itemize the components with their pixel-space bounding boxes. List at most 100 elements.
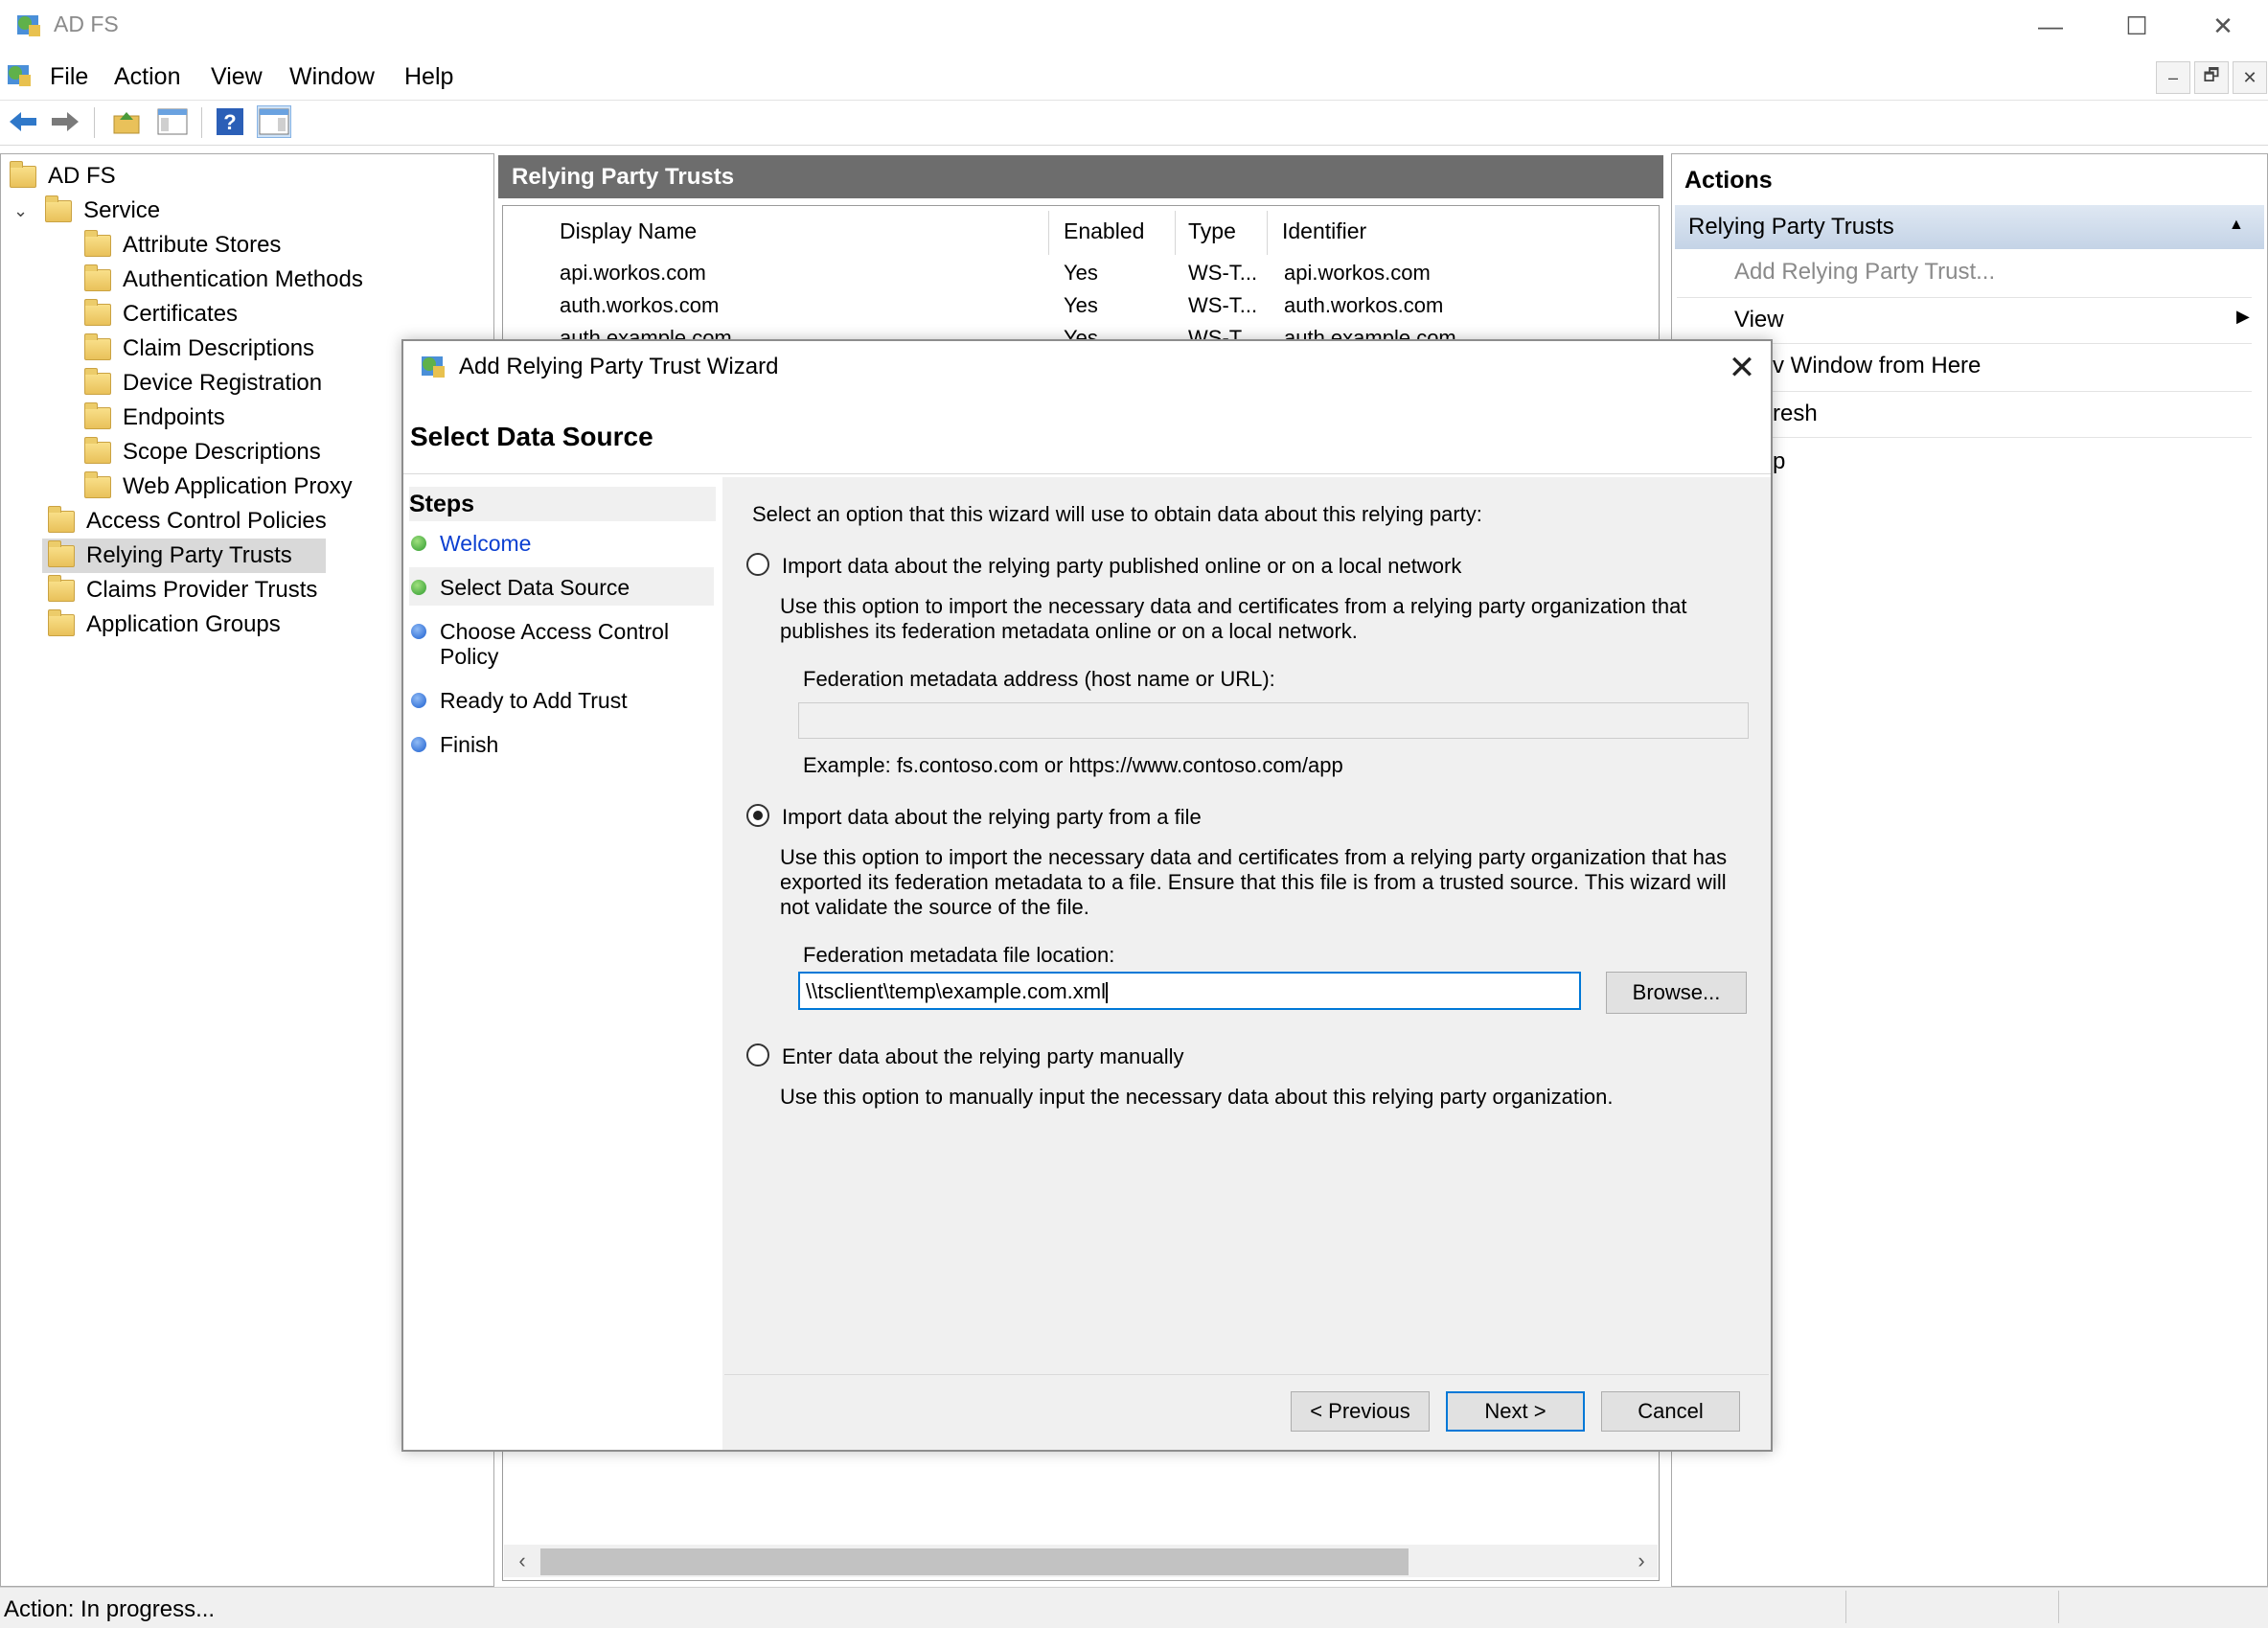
radio-import-online[interactable] [746,553,769,576]
mdi-close-button[interactable]: ✕ [2233,61,2267,94]
folder-icon [48,539,75,567]
actions-section-header[interactable]: Relying Party Trusts [1675,205,2264,249]
folder-icon [10,160,36,188]
show-hide-console-tree-icon[interactable] [155,105,190,138]
column-header-enabled[interactable]: Enabled [1064,218,1144,244]
window-title: AD FS [54,11,119,36]
wizard-page-heading: Select Data Source [410,422,653,451]
tree-item-service[interactable]: ⌄ Service [13,194,160,228]
cell-type: WS-T... [1188,261,1258,285]
cell-type: WS-T... [1188,326,1258,339]
tree-item-attribute-stores[interactable]: Attribute Stores [84,228,363,263]
cell-display-name: api.workos.com [560,261,706,285]
tree-item-web-application-proxy[interactable]: Web Application Proxy [84,470,363,504]
collapse-up-icon[interactable]: ▲ [2229,217,2244,234]
option-online-label[interactable]: Import data about the relying party publ… [782,554,1461,579]
table-row[interactable]: auth.workos.com Yes WS-T... auth.workos.… [556,291,1648,324]
tree-item-label: Certificates [123,301,239,327]
tree-root-ad-fs[interactable]: AD FS [10,159,116,194]
tree-item-claim-descriptions[interactable]: Claim Descriptions [84,332,363,366]
tree-item-application-groups[interactable]: Application Groups [48,608,327,642]
status-text: Action: In progress... [4,1596,216,1622]
browse-button[interactable]: Browse... [1606,972,1747,1014]
help-icon[interactable]: ? [213,105,247,138]
folder-icon [84,470,111,498]
tree-item-label: Scope Descriptions [123,439,321,465]
minimize-button[interactable]: — [2006,0,2095,52]
toolbar-separator [201,107,202,138]
scroll-right-icon[interactable]: › [1627,1547,1656,1575]
adfs-app-icon [13,10,44,40]
chevron-down-icon[interactable]: ⌄ [13,201,28,221]
tree-item-certificates[interactable]: Certificates [84,297,363,332]
tree-item-authentication-methods[interactable]: Authentication Methods [84,263,363,297]
wizard-close-icon[interactable]: ✕ [1715,345,1769,391]
column-header-type[interactable]: Type [1188,218,1236,244]
action-new-window-from-here[interactable]: v Window from Here [1773,353,1981,379]
step-label: Ready to Add Trust [440,688,628,713]
column-separator [1175,211,1176,255]
cell-type: WS-T... [1188,293,1258,317]
wizard-header-divider [403,473,1771,474]
action-help[interactable]: p [1773,448,1785,475]
tree-item-device-registration[interactable]: Device Registration [84,366,363,401]
status-separator [2058,1591,2059,1623]
menu-view[interactable]: View [211,63,263,91]
adfs-menu-icon[interactable] [4,59,34,90]
svg-text:?: ? [223,110,236,134]
back-arrow-icon[interactable] [6,105,40,138]
tree-service-children: Attribute Stores Authentication Methods … [84,228,363,504]
metadata-file-label: Federation metadata file location: [803,943,1115,967]
metadata-address-input[interactable] [798,702,1749,739]
action-refresh[interactable]: resh [1773,401,1818,427]
metadata-file-input[interactable]: \\tsclient\temp\example.com.xml [798,972,1581,1010]
toolbar [0,100,2268,146]
tree-item-access-control-policies[interactable]: Access Control Policies [48,504,327,539]
mdi-minimize-button[interactable]: – [2156,61,2190,94]
tree-item-endpoints[interactable]: Endpoints [84,401,363,435]
option-manual-label[interactable]: Enter data about the relying party manua… [782,1044,1183,1069]
show-hide-action-pane-icon[interactable] [257,105,291,138]
radio-import-file[interactable] [746,804,769,827]
step-status-icon [411,580,426,595]
column-header-identifier[interactable]: Identifier [1282,218,1366,244]
cell-identifier: api.workos.com [1284,261,1431,285]
text-caret [1105,982,1108,1004]
column-header-display-name[interactable]: Display Name [560,218,697,244]
tree-item-label: Device Registration [123,370,323,396]
action-view[interactable]: View [1734,307,1784,333]
forward-arrow-icon[interactable] [48,105,82,138]
folder-icon [48,574,75,602]
step-welcome[interactable]: Welcome [411,531,531,557]
menu-help[interactable]: Help [404,63,453,91]
table-row[interactable]: api.workos.com Yes WS-T... api.workos.co… [556,259,1648,291]
radio-manual-entry[interactable] [746,1043,769,1066]
up-folder-icon[interactable] [109,105,144,138]
title-bar [0,0,2268,52]
maximize-button[interactable]: ☐ [2093,0,2181,52]
cancel-button[interactable]: Cancel [1601,1391,1740,1432]
tree-item-claims-provider-trusts[interactable]: Claims Provider Trusts [48,573,327,608]
column-separator [1267,211,1268,255]
previous-button[interactable]: < Previous [1291,1391,1430,1432]
status-separator [1845,1591,1846,1623]
close-button[interactable]: ✕ [2179,0,2267,52]
menu-file[interactable]: File [50,63,88,91]
mdi-restore-button[interactable]: 🗗 [2194,61,2229,94]
next-button[interactable]: Next > [1446,1391,1585,1432]
tree-item-label: Service [83,197,161,223]
tree-item-scope-descriptions[interactable]: Scope Descriptions [84,435,363,470]
step-label: Welcome [440,531,532,556]
wizard-intro-text: Select an option that this wizard will u… [752,502,1482,526]
folder-icon [84,401,111,429]
option-file-label[interactable]: Import data about the relying party from… [782,805,1202,830]
table-row[interactable]: auth.example.com Yes WS-T... auth.exampl… [556,324,1648,339]
scroll-left-icon[interactable]: ‹ [508,1547,537,1575]
cell-identifier: auth.workos.com [1284,293,1444,317]
scrollbar-thumb[interactable] [540,1548,1409,1575]
menu-window[interactable]: Window [289,63,375,91]
menu-action[interactable]: Action [114,63,180,91]
option-online-description: Use this option to import the necessary … [780,594,1687,643]
tree-item-relying-party-trusts[interactable]: Relying Party Trusts [42,539,326,573]
action-add-relying-party-trust[interactable]: Add Relying Party Trust... [1734,259,1995,286]
